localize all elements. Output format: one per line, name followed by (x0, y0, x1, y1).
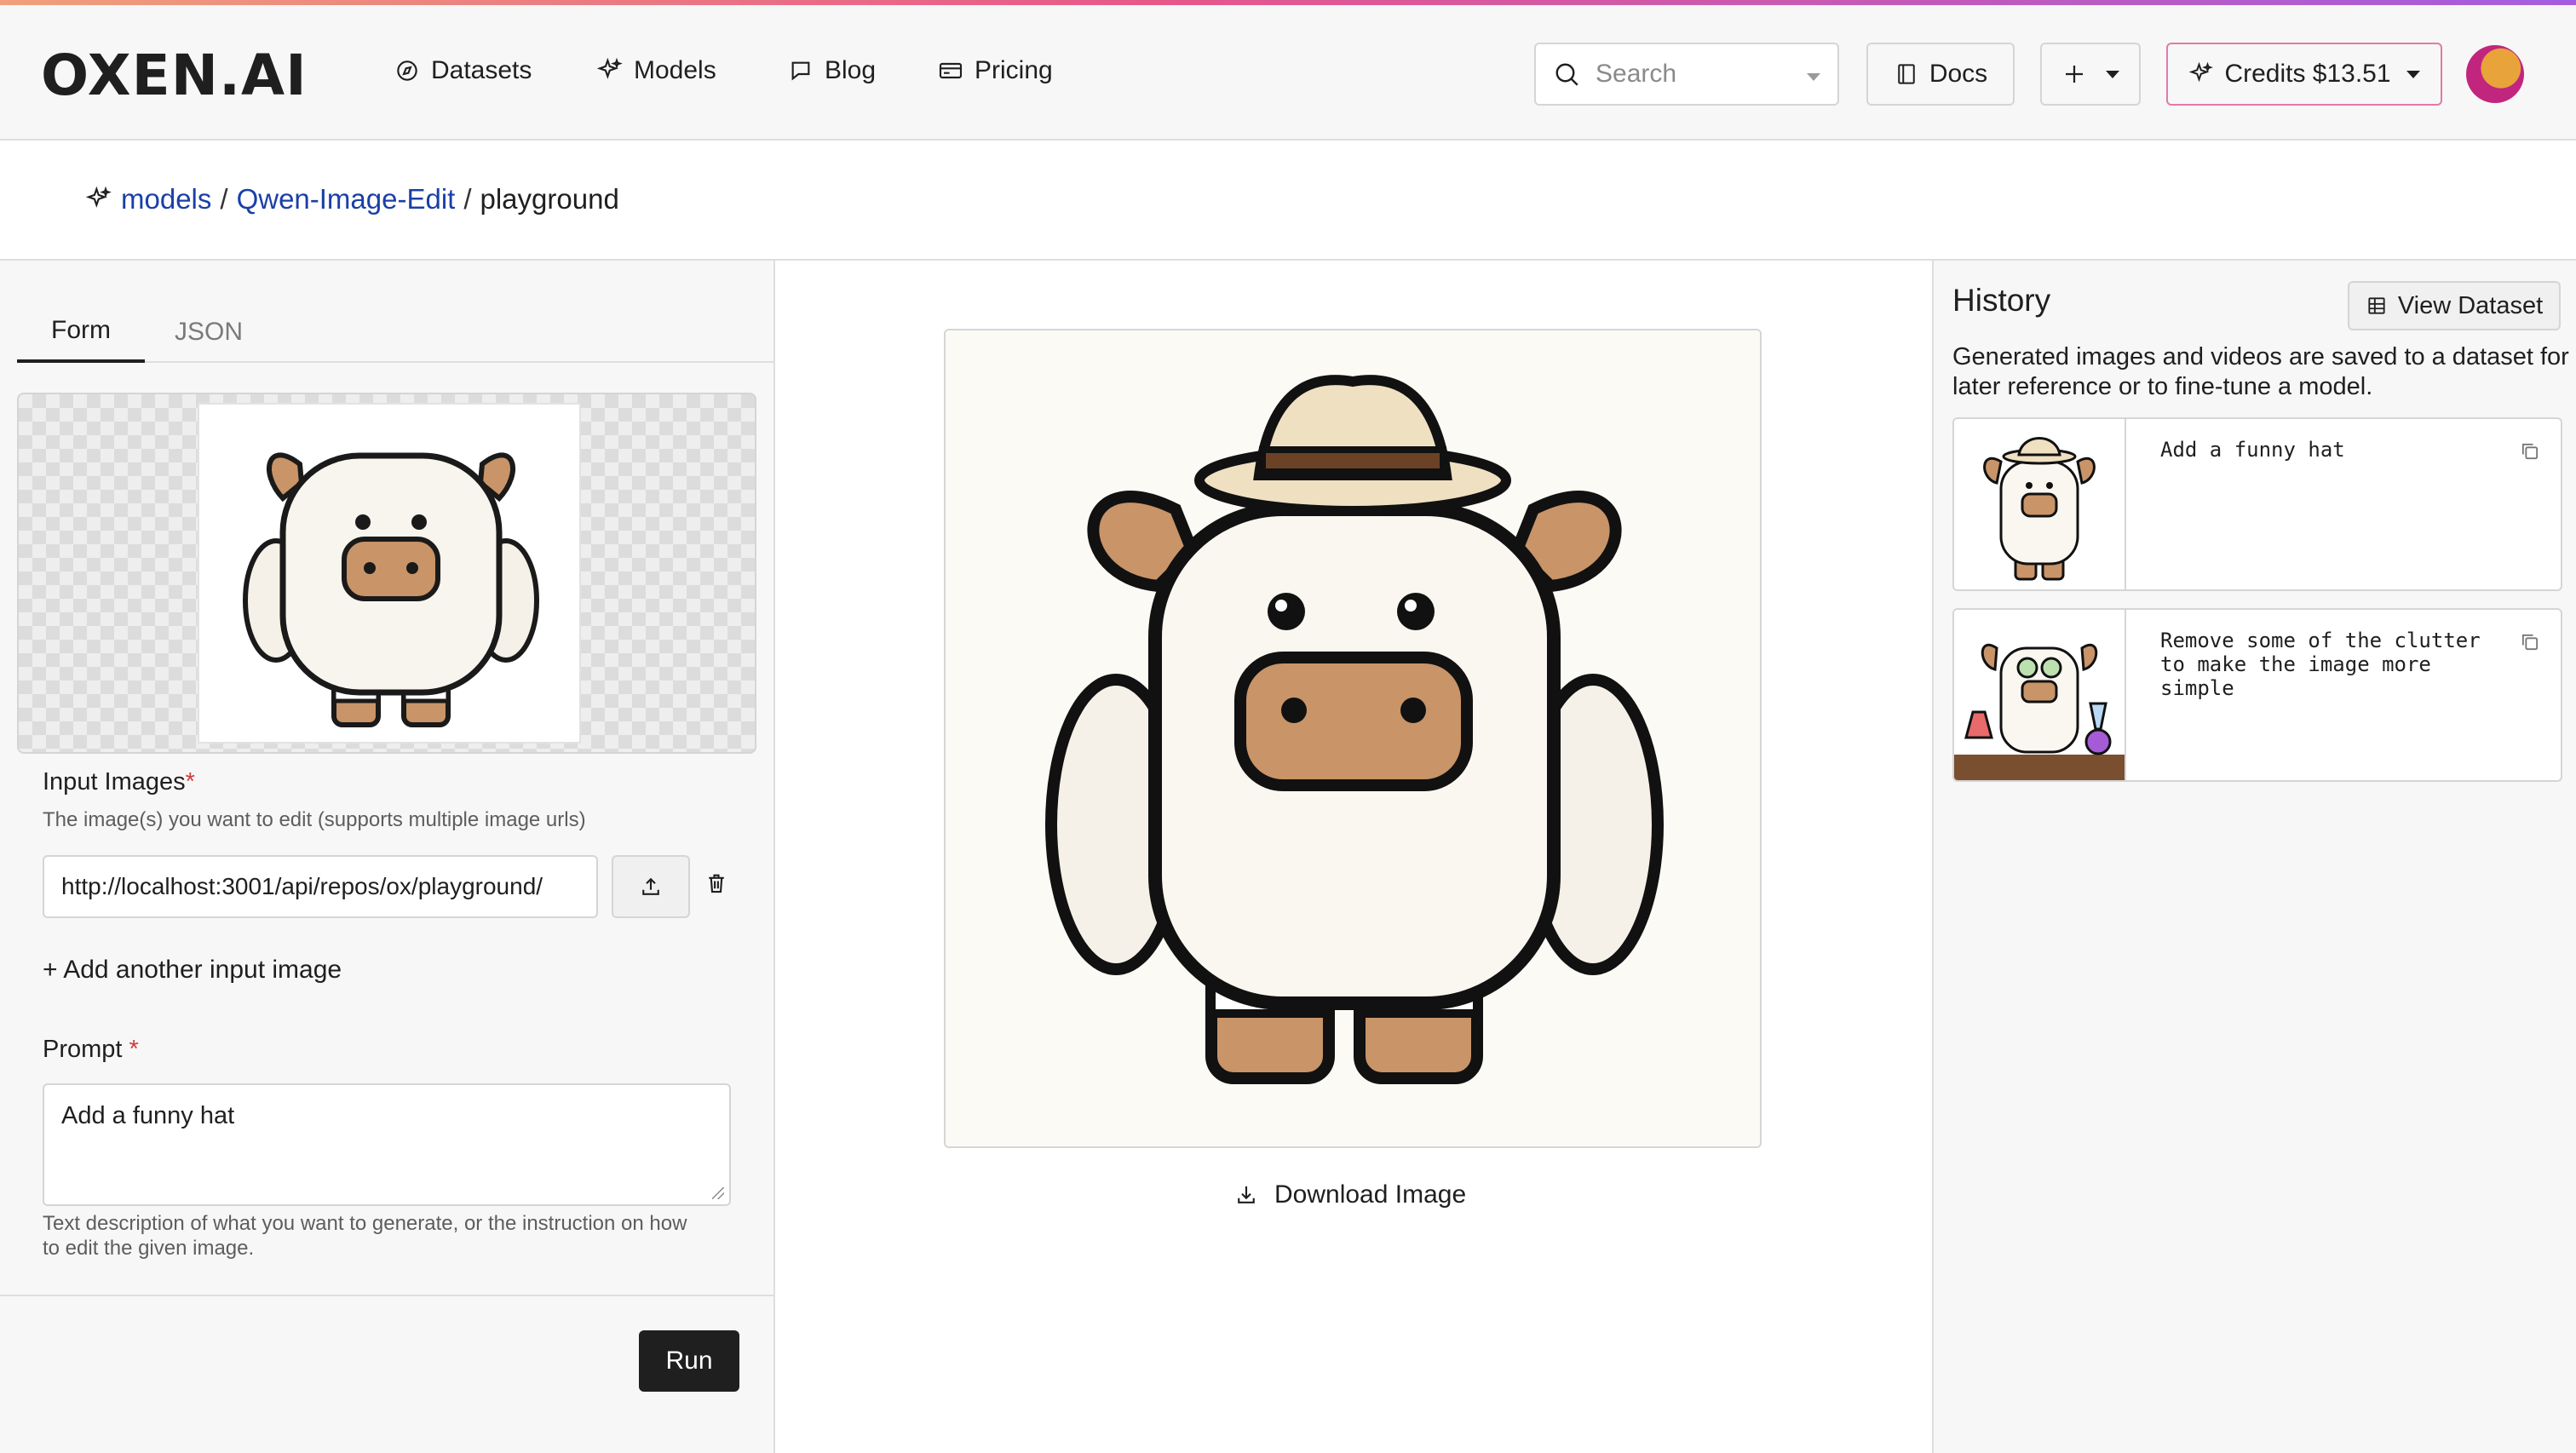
top-navigation: OXEN.AI Datasets Models Blog Pricing Sea… (0, 5, 2576, 141)
trash-icon[interactable] (704, 870, 729, 896)
history-item[interactable]: Add a funny hat (1952, 417, 2562, 591)
chevron-down-icon (2406, 70, 2420, 78)
prompt-textarea[interactable]: Add a funny hat (43, 1083, 731, 1206)
search-placeholder: Search (1596, 60, 1677, 88)
required-mark: * (129, 1036, 139, 1063)
breadcrumb: models / Qwen-Image-Edit / playground (85, 183, 619, 215)
sparkles-icon (2189, 61, 2214, 83)
form-tabs: Form JSON (17, 302, 775, 363)
required-mark: * (185, 768, 195, 795)
history-panel: History View Dataset Generated images an… (1932, 261, 2576, 1453)
create-new-button[interactable] (2040, 43, 2141, 106)
input-images-label-text: Input Images (43, 768, 186, 795)
history-prompt: Add a funny hat (2160, 438, 2345, 462)
breadcrumb-model-link[interactable]: Qwen-Image-Edit (237, 183, 456, 215)
tab-form[interactable]: Form (17, 302, 145, 363)
sparkles-icon (596, 57, 623, 79)
scientist-ox-thumbnail (1954, 643, 2125, 780)
search-icon (1555, 63, 1578, 86)
breadcrumb-separator: / (463, 183, 472, 215)
prompt-help: Text description of what you want to gen… (43, 1212, 687, 1260)
add-input-image-button[interactable]: + Add another input image (43, 956, 342, 985)
run-button[interactable]: Run (639, 1330, 739, 1392)
input-image-preview (17, 393, 756, 754)
ox-with-hat-thumbnail (1983, 437, 2096, 581)
nav-label: Blog (825, 56, 877, 84)
credits-label: Credits $13.51 (2224, 60, 2391, 88)
upload-button[interactable] (612, 855, 690, 918)
nav-label: Models (634, 56, 716, 84)
book-icon (1898, 64, 1915, 84)
copy-icon[interactable] (2518, 630, 2542, 654)
download-label: Download Image (1274, 1180, 1467, 1209)
compass-icon (397, 60, 417, 81)
copy-icon[interactable] (2518, 439, 2542, 463)
view-dataset-label: View Dataset (2397, 291, 2544, 319)
divider (0, 1295, 773, 1296)
docs-label: Docs (1929, 60, 1988, 88)
table-icon (2368, 297, 2385, 314)
chevron-down-icon (2106, 70, 2119, 78)
prompt-label-text: Prompt (43, 1036, 123, 1063)
tab-json[interactable]: JSON (145, 302, 273, 363)
resize-handle[interactable] (712, 1187, 724, 1199)
chevron-down-icon (1807, 73, 1820, 81)
image-url-input[interactable]: http://localhost:3001/api/repos/ox/playg… (43, 855, 598, 918)
docs-button[interactable]: Docs (1866, 43, 2015, 106)
download-icon (1238, 1186, 1255, 1203)
logo[interactable]: OXEN.AI (41, 43, 308, 108)
output-image-frame (944, 329, 1762, 1148)
history-thumbnail (1954, 610, 2126, 780)
chat-bubble-icon (791, 61, 810, 81)
nav-models[interactable]: Models (596, 56, 716, 85)
input-image (198, 403, 581, 744)
history-thumbnail (1954, 419, 2126, 589)
plus-icon (2066, 66, 2083, 83)
nav-blog[interactable]: Blog (787, 56, 876, 85)
history-prompt: Remove some of the clutter to make the i… (2160, 629, 2493, 700)
breadcrumb-current: playground (480, 183, 619, 215)
input-images-help: The image(s) you want to edit (supports … (43, 808, 586, 831)
view-dataset-button[interactable]: View Dataset (2348, 281, 2561, 330)
nav-pricing[interactable]: Pricing (937, 56, 1053, 85)
prompt-value: Add a funny hat (61, 1102, 235, 1129)
breadcrumb-bar: models / Qwen-Image-Edit / playground (0, 141, 2576, 261)
credit-card-icon (939, 62, 963, 79)
history-item[interactable]: Remove some of the clutter to make the i… (1952, 608, 2562, 782)
avatar[interactable] (2466, 45, 2524, 103)
form-panel: Form JSON Input Images* The image(s) you… (0, 261, 775, 1453)
output-image (946, 330, 1760, 1146)
ox-mascot-image (243, 452, 539, 727)
history-title: History (1952, 283, 2051, 318)
nav-label: Pricing (975, 56, 1053, 84)
breadcrumb-separator: / (220, 183, 228, 215)
history-description: Generated images and videos are saved to… (1952, 343, 2569, 400)
input-images-label: Input Images* (43, 768, 195, 796)
search-input[interactable]: Search (1534, 43, 1839, 106)
download-image-button[interactable]: Download Image (1233, 1180, 1466, 1209)
prompt-label: Prompt * (43, 1036, 139, 1064)
credits-button[interactable]: Credits $13.51 (2166, 43, 2442, 106)
breadcrumb-models-link[interactable]: models (121, 183, 211, 215)
nav-datasets[interactable]: Datasets (394, 56, 532, 85)
nav-label: Datasets (431, 56, 532, 84)
upload-icon (642, 877, 659, 895)
sparkles-icon (85, 186, 112, 208)
